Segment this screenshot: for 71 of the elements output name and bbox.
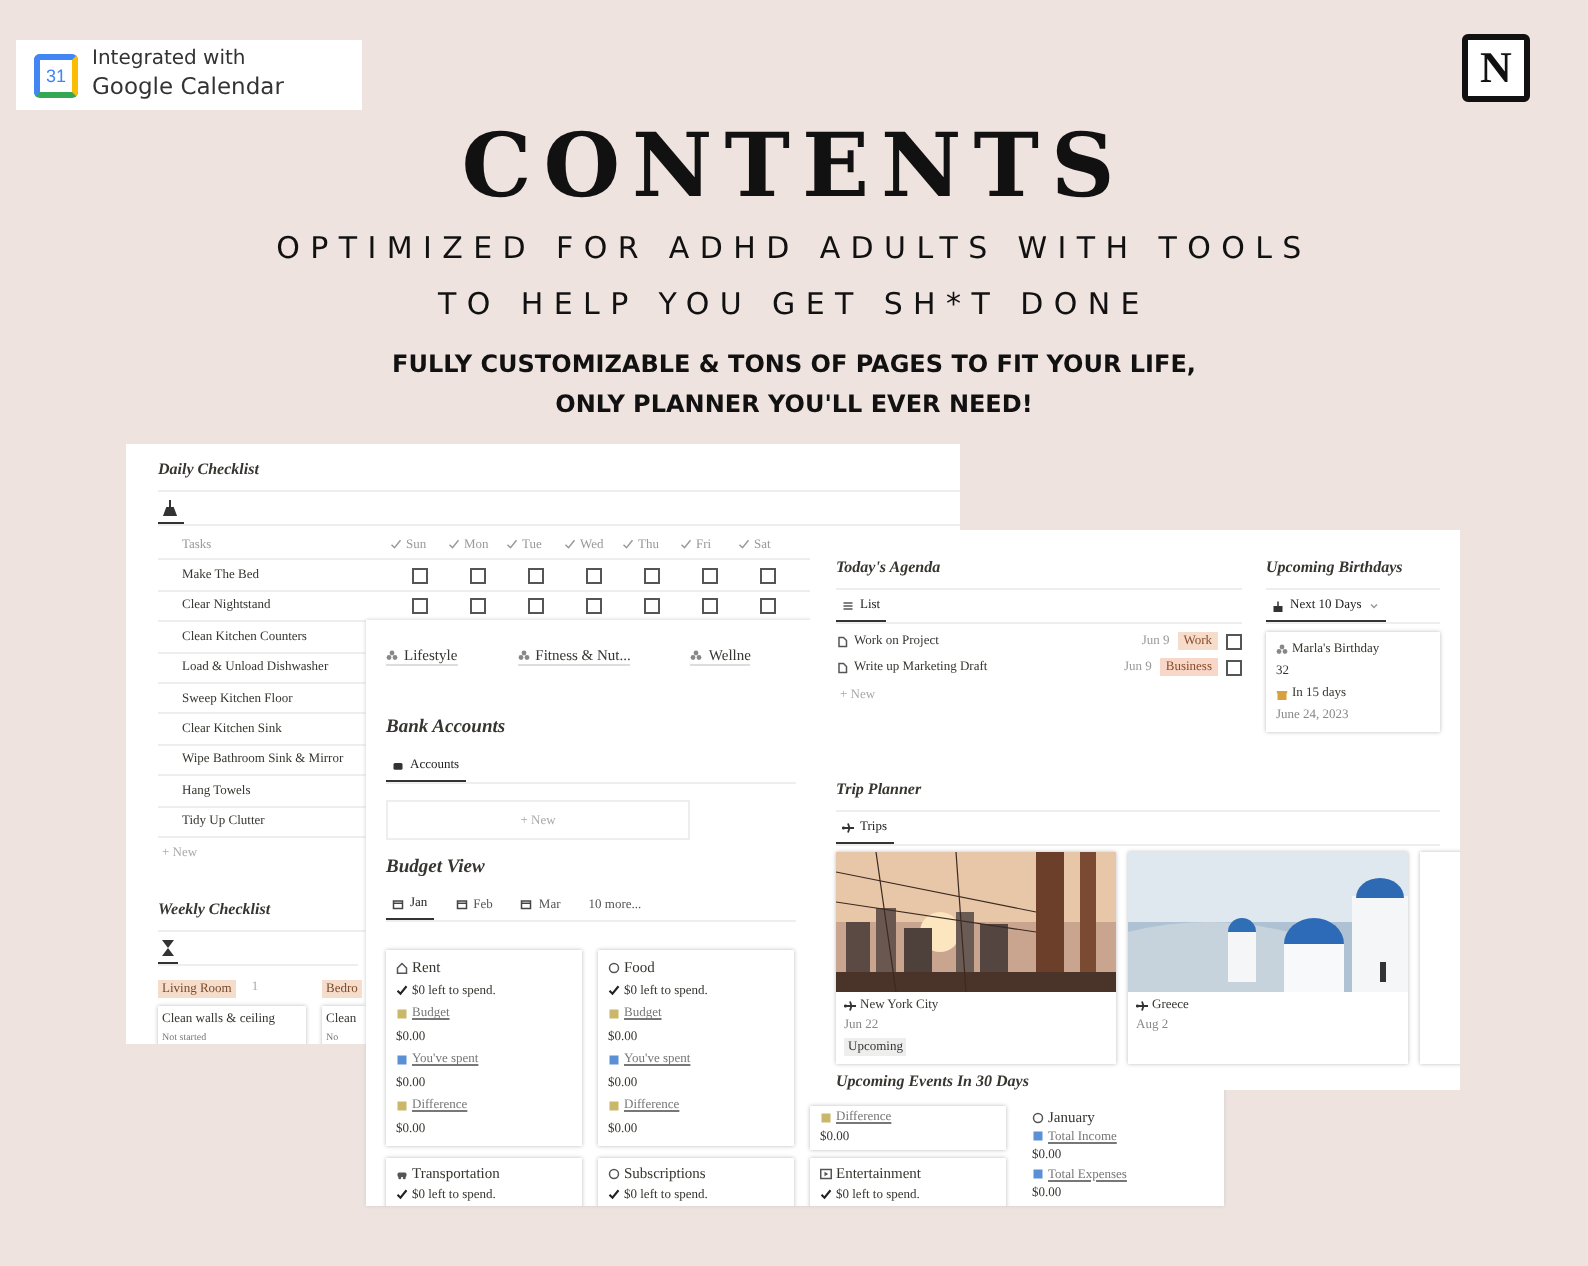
- section-title: Today's Agenda: [836, 558, 1242, 590]
- checkbox[interactable]: [585, 567, 601, 584]
- checkbox[interactable]: [701, 597, 717, 614]
- checkbox[interactable]: [701, 567, 717, 584]
- badge-caption: Integrated with: [92, 45, 248, 73]
- square-icon: [608, 1007, 620, 1019]
- checkbox[interactable]: [1226, 633, 1242, 649]
- calendar-logo-icon: 31: [34, 53, 78, 97]
- checkbox[interactable]: [411, 567, 427, 584]
- check-icon: [622, 538, 634, 551]
- section-title: Daily Checklist: [158, 460, 960, 492]
- gift-icon: [1276, 687, 1288, 699]
- plane-icon: [842, 821, 854, 833]
- chevron-down-icon: [1367, 599, 1380, 611]
- list-icon: [842, 599, 854, 611]
- cake-icon: [1272, 599, 1284, 611]
- circle-icon: [608, 1167, 620, 1179]
- document-icon: [836, 661, 848, 673]
- checkbox[interactable]: [411, 597, 427, 614]
- wallet-icon: [392, 759, 404, 771]
- checkbox[interactable]: [527, 597, 543, 614]
- subtitle: TO HELP YOU GET SH*T DONE: [438, 284, 1150, 326]
- square-icon: [396, 1053, 408, 1065]
- page-title: CONTENTS: [461, 116, 1127, 220]
- check-icon: [506, 538, 518, 551]
- square-icon: [1032, 1130, 1044, 1142]
- square-icon: [820, 1111, 832, 1123]
- check-icon: [820, 1188, 832, 1200]
- check-icon: [738, 538, 750, 551]
- plane-icon: [844, 999, 856, 1011]
- section-title: Upcoming Birthdays: [1266, 558, 1440, 590]
- check-icon: [680, 538, 692, 551]
- checkbox[interactable]: [759, 567, 775, 584]
- section-title: Trip Planner: [836, 780, 1440, 812]
- check-icon: [396, 984, 408, 996]
- badge-title: Google Calendar: [92, 72, 284, 104]
- checkbox[interactable]: [643, 567, 659, 584]
- checkbox[interactable]: [527, 567, 543, 584]
- tagline: FULLY CUSTOMIZABLE & TONS OF PAGES TO FIT YOUR LIFE,: [392, 348, 1196, 382]
- calendar-icon: [392, 897, 404, 909]
- square-icon: [1032, 1168, 1044, 1180]
- calendar-icon: [520, 898, 533, 910]
- check-icon: [608, 1188, 620, 1200]
- section-title: Bank Accounts: [386, 718, 506, 738]
- house-icon: [396, 961, 408, 973]
- checkbox[interactable]: [469, 567, 485, 584]
- tagline: ONLY PLANNER YOU'LL EVER NEED!: [555, 388, 1033, 422]
- square-icon: [608, 1099, 620, 1111]
- subtitle: OPTIMIZED FOR ADHD ADULTS WITH TOOLS: [276, 228, 1312, 270]
- document-icon: [836, 635, 848, 647]
- section-title: Budget View: [386, 858, 485, 878]
- check-icon: [448, 538, 460, 551]
- square-icon: [608, 1053, 620, 1065]
- plane-icon: [1136, 999, 1148, 1011]
- checkbox[interactable]: [469, 597, 485, 614]
- check-icon: [564, 538, 576, 551]
- circle-icon: [608, 961, 620, 973]
- check-icon: [396, 1188, 408, 1200]
- checkbox[interactable]: [585, 597, 601, 614]
- square-icon: [396, 1007, 408, 1019]
- play-icon: [820, 1167, 832, 1179]
- checkbox[interactable]: [759, 597, 775, 614]
- notion-logo-icon: N: [1462, 34, 1530, 102]
- square-icon: [396, 1099, 408, 1111]
- check-icon: [608, 984, 620, 996]
- car-icon: [396, 1167, 408, 1179]
- calendar-icon: [455, 898, 468, 910]
- checkbox[interactable]: [643, 597, 659, 614]
- check-icon: [390, 538, 402, 551]
- section-title: Upcoming Events In 30 Days: [836, 1072, 1031, 1090]
- checkbox[interactable]: [1226, 659, 1242, 675]
